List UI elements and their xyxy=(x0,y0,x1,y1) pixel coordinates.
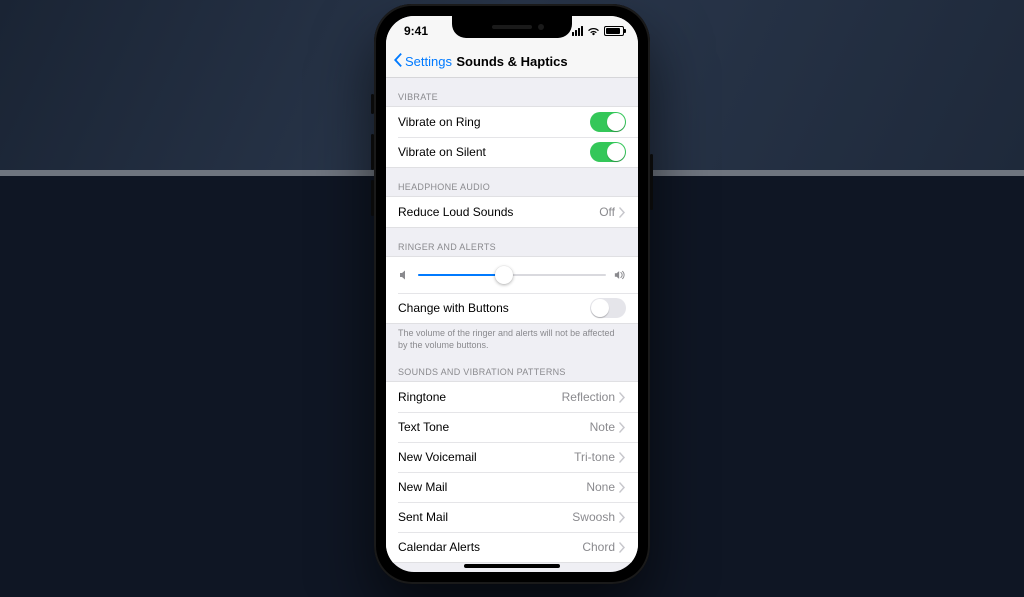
chevron-right-icon xyxy=(619,207,626,218)
chevron-right-icon xyxy=(619,482,626,493)
row-value: Tri-tone xyxy=(574,450,615,464)
chevron-right-icon xyxy=(619,452,626,463)
toggle-change-with-buttons[interactable] xyxy=(590,298,626,318)
nav-bar: Settings Sounds & Haptics xyxy=(386,46,638,78)
section-header-vibrate: Vibrate xyxy=(386,78,638,106)
row-label: Reduce Loud Sounds xyxy=(398,205,599,219)
wifi-icon xyxy=(587,26,600,36)
volume-high-icon xyxy=(614,269,626,281)
mute-switch[interactable] xyxy=(371,94,374,114)
row-change-with-buttons[interactable]: Change with Buttons xyxy=(386,293,638,323)
row-sound-pattern[interactable]: New VoicemailTri-tone xyxy=(386,442,638,472)
row-value: None xyxy=(586,480,615,494)
row-sound-pattern[interactable]: RingtoneReflection xyxy=(386,382,638,412)
volume-up-button[interactable] xyxy=(371,134,374,170)
ringer-volume-slider[interactable] xyxy=(418,265,606,285)
row-label: Change with Buttons xyxy=(398,301,590,315)
row-sound-pattern[interactable]: Text ToneNote xyxy=(386,412,638,442)
chevron-right-icon xyxy=(619,392,626,403)
row-label: New Voicemail xyxy=(398,450,574,464)
screen: 9:41 Settings Sounds & Haptics xyxy=(386,16,638,572)
row-label: Vibrate on Silent xyxy=(398,145,590,159)
battery-icon xyxy=(604,26,624,36)
back-label: Settings xyxy=(405,54,452,69)
row-reduce-loud-sounds[interactable]: Reduce Loud Sounds Off xyxy=(386,197,638,227)
chevron-right-icon xyxy=(619,422,626,433)
volume-low-icon xyxy=(398,269,410,281)
row-vibrate-on-ring[interactable]: Vibrate on Ring xyxy=(386,107,638,137)
group-headphone: Reduce Loud Sounds Off xyxy=(386,196,638,228)
row-value: Note xyxy=(590,420,615,434)
row-value: Reflection xyxy=(562,390,615,404)
group-ringer: Change with Buttons xyxy=(386,256,638,324)
settings-content[interactable]: Vibrate Vibrate on Ring Vibrate on Silen… xyxy=(386,78,638,572)
row-value: Swoosh xyxy=(572,510,615,524)
power-button[interactable] xyxy=(650,154,653,210)
row-value: Chord xyxy=(582,540,615,554)
chevron-left-icon xyxy=(392,52,403,71)
chevron-right-icon xyxy=(619,512,626,523)
section-header-headphone: Headphone Audio xyxy=(386,168,638,196)
group-patterns: RingtoneReflectionText ToneNoteNew Voice… xyxy=(386,381,638,563)
row-sound-pattern[interactable]: Sent MailSwoosh xyxy=(386,502,638,532)
back-button[interactable]: Settings xyxy=(386,52,452,71)
section-header-patterns: Sounds and Vibration Patterns xyxy=(386,353,638,381)
group-vibrate: Vibrate on Ring Vibrate on Silent xyxy=(386,106,638,168)
row-value: Off xyxy=(599,205,615,219)
section-header-ringer: Ringer and Alerts xyxy=(386,228,638,256)
row-label: Vibrate on Ring xyxy=(398,115,590,129)
status-time: 9:41 xyxy=(404,24,428,38)
toggle-vibrate-on-silent[interactable] xyxy=(590,142,626,162)
row-sound-pattern[interactable]: Calendar AlertsChord xyxy=(386,532,638,562)
cellular-signal-icon xyxy=(572,26,583,36)
row-vibrate-on-silent[interactable]: Vibrate on Silent xyxy=(386,137,638,167)
row-label: Calendar Alerts xyxy=(398,540,582,554)
row-label: Text Tone xyxy=(398,420,590,434)
row-ringer-slider[interactable] xyxy=(386,257,638,293)
row-sound-pattern[interactable]: New MailNone xyxy=(386,472,638,502)
phone-frame: 9:41 Settings Sounds & Haptics xyxy=(374,4,650,584)
notch xyxy=(452,16,572,38)
section-footer-ringer: The volume of the ringer and alerts will… xyxy=(386,324,638,353)
chevron-right-icon xyxy=(619,542,626,553)
row-label: Sent Mail xyxy=(398,510,572,524)
row-label: New Mail xyxy=(398,480,586,494)
home-indicator[interactable] xyxy=(464,564,560,568)
toggle-vibrate-on-ring[interactable] xyxy=(590,112,626,132)
volume-down-button[interactable] xyxy=(371,180,374,216)
row-label: Ringtone xyxy=(398,390,562,404)
